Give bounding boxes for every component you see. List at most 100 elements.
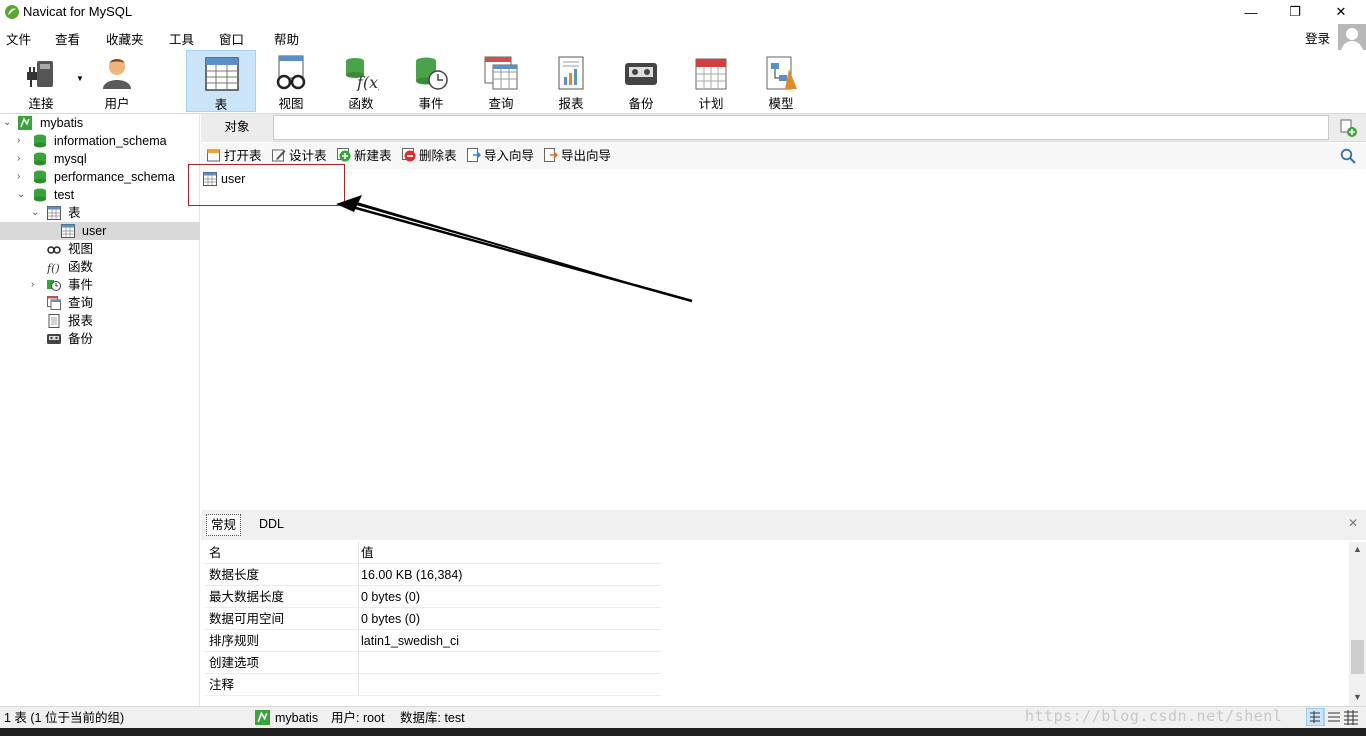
chevron-right-icon[interactable]: › [17,150,27,168]
table-icon [205,57,239,91]
tree-table-user[interactable]: user [0,222,200,240]
menu-bar: 文件 查看 收藏夹 工具 窗口 帮助 [0,24,1366,48]
table-row: 创建选项 [205,652,661,674]
menu-file[interactable]: 文件 [6,29,31,48]
report-icon [48,314,60,328]
export-wizard-button[interactable]: 导出向导 [544,148,611,164]
open-table-icon [207,149,220,162]
toolbar-report-label: 报表 [558,97,584,111]
status-object-count: 1 表 (1 位于当前的组) [4,711,125,725]
chevron-down-icon[interactable]: ⌄ [3,114,13,132]
info-panel: 常规 DDL ✕ 名 值 数据长度 16.00 KB (16,384) 最大数据… [201,510,1366,706]
menu-window[interactable]: 窗口 [219,29,244,48]
table-row: 排序规则 latin1_swedish_ci [205,630,661,652]
tree-queries-group[interactable]: 查询 [0,294,200,312]
object-list: user [201,169,1366,510]
new-table-button[interactable]: 新建表 [337,148,392,164]
glasses-icon [276,55,306,90]
tree-db-mysql[interactable]: › mysql [0,150,200,168]
import-wizard-button[interactable]: 导入向导 [467,148,534,164]
table-row: 数据长度 16.00 KB (16,384) [205,564,661,586]
tree-db-test[interactable]: ⌄ test [0,186,200,204]
tree-views-group[interactable]: 视图 [0,240,200,258]
tree-functions-group[interactable]: f() 函数 [0,258,200,276]
toolbar-user-button[interactable]: 用户 [82,50,152,112]
toolbar-event-label: 事件 [418,97,444,111]
database-icon [34,134,46,148]
object-tab-strip [273,115,1329,140]
tree-connection-mybatis[interactable]: ⌄ mybatis [0,114,200,132]
info-scrollbar[interactable]: ▲ ▼ [1349,542,1366,706]
tree-tables-group[interactable]: ⌄ 表 [0,204,200,222]
restore-button[interactable]: ❐ [1272,0,1318,24]
tree-db-performance-schema[interactable]: › performance_schema [0,168,200,186]
menu-favorites[interactable]: 收藏夹 [106,29,144,48]
delete-table-button[interactable]: 删除表 [402,148,457,164]
menu-tools[interactable]: 工具 [169,29,194,48]
toolbar-table-button[interactable]: 表 [186,50,256,112]
connection-tree: ⌄ mybatis › information_schema › mysql ›… [0,114,200,706]
object-tab-header: 对象 [201,114,1366,142]
toolbar-function-button[interactable]: f(x) 函数 [326,50,396,112]
query-icon [47,296,61,310]
svg-text:f(): f() [47,262,60,274]
tree-events-group[interactable]: › 事件 [0,276,200,294]
function-icon: f(x) [346,58,379,91]
toolbar-view-label: 视图 [278,97,304,111]
chevron-right-icon[interactable]: › [31,276,41,294]
avatar[interactable] [1338,24,1366,50]
toolbar-backup-button[interactable]: 备份 [606,50,676,112]
connection-icon [255,710,270,725]
window-title: Navicat for MySQL [23,4,133,19]
column-header-value: 值 [361,546,374,560]
search-icon[interactable] [1340,148,1356,164]
chevron-down-icon[interactable]: ⌄ [17,186,27,204]
toolbar-model-button[interactable]: 模型 [746,50,816,112]
close-button[interactable]: ✕ [1318,0,1364,24]
event-clock-icon [47,280,61,291]
tab-general[interactable]: 常规 [206,514,242,536]
toolbar-report-button[interactable]: 报表 [536,50,606,112]
new-tab-icon[interactable] [1338,118,1358,138]
scroll-down-icon[interactable]: ▼ [1353,692,1362,702]
toolbar-schedule-button[interactable]: 计划 [676,50,746,112]
minimize-button[interactable]: — [1228,0,1274,24]
design-table-button[interactable]: 设计表 [272,148,327,164]
tree-db-information-schema[interactable]: › information_schema [0,132,200,150]
glasses-icon [47,246,61,254]
chevron-right-icon[interactable]: › [17,168,27,186]
toolbar-view-button[interactable]: 视图 [256,50,326,112]
open-table-button[interactable]: 打开表 [207,148,262,164]
info-tabs: 常规 DDL ✕ [201,510,1366,540]
view-mode-icons[interactable] [1306,708,1360,726]
scrollbar-thumb[interactable] [1351,640,1364,674]
status-database: 数据库: test [400,711,465,725]
import-icon [467,148,481,162]
toolbar-table-label: 表 [214,98,228,112]
status-connection: mybatis [275,711,319,725]
tree-backups-group[interactable]: 备份 [0,330,200,348]
login-link[interactable]: 登录 [1305,28,1330,47]
plug-icon [27,61,53,87]
chevron-down-icon[interactable]: ⌄ [31,204,41,222]
svg-text:f(x): f(x) [356,73,379,91]
chevron-right-icon[interactable]: › [17,132,27,150]
toolbar-connect-button[interactable]: ▼ 连接 [6,50,84,112]
scroll-up-icon[interactable]: ▲ [1353,544,1362,554]
toolbar-query-button[interactable]: 查询 [466,50,536,112]
close-panel-icon[interactable]: ✕ [1348,516,1358,530]
menu-help[interactable]: 帮助 [274,29,299,48]
tree-reports-group[interactable]: 报表 [0,312,200,330]
database-icon [34,188,46,202]
menu-view[interactable]: 查看 [55,29,80,48]
toolbar-event-button[interactable]: 事件 [396,50,466,112]
backup-icon [625,63,657,85]
database-icon [34,170,46,184]
tab-ddl[interactable]: DDL [255,514,288,536]
object-actions-toolbar: 打开表 设计表 新建表 删除表 导入向导 导出向导 [201,143,1366,169]
column-header-name: 名 [209,546,222,560]
info-properties-table: 名 值 数据长度 16.00 KB (16,384) 最大数据长度 0 byte… [205,542,661,696]
connection-icon [18,116,32,130]
status-user: 用户: root [331,711,385,725]
tab-objects[interactable]: 对象 [201,114,273,142]
